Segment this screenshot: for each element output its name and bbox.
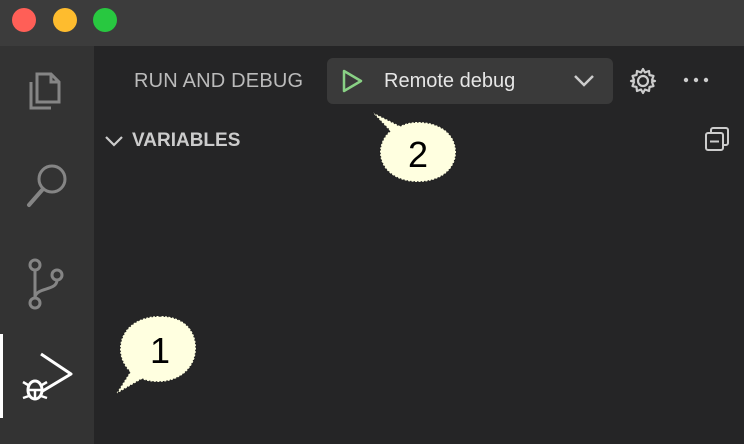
activity-explorer[interactable] — [0, 46, 94, 130]
close-window-button[interactable] — [12, 8, 36, 32]
callout-2: 2 — [370, 110, 460, 186]
title-bar — [0, 0, 744, 46]
files-icon — [29, 72, 61, 110]
play-icon[interactable] — [341, 69, 363, 93]
search-icon — [27, 164, 67, 207]
chevron-down-icon — [574, 75, 594, 87]
chevron-down-icon — [105, 136, 123, 147]
activity-search[interactable] — [0, 143, 94, 227]
launch-configuration-dropdown[interactable]: Remote debug — [327, 58, 613, 104]
section-title: VARIABLES — [132, 130, 241, 151]
activity-source-control[interactable] — [0, 243, 94, 327]
view-title: RUN AND DEBUG — [134, 70, 304, 92]
callout-1: 1 — [112, 312, 202, 398]
run-debug-icon — [21, 352, 72, 401]
launch-configuration-label: Remote debug — [384, 70, 516, 92]
maximize-window-button[interactable] — [93, 8, 117, 32]
more-actions-icon[interactable] — [682, 68, 710, 92]
collapse-all-icon[interactable] — [704, 126, 730, 152]
callout-number: 1 — [149, 330, 171, 371]
source-control-icon — [28, 258, 64, 310]
activity-run-and-debug[interactable] — [0, 334, 94, 418]
variables-section-header[interactable]: VARIABLES — [104, 126, 240, 156]
gear-icon[interactable] — [628, 66, 658, 96]
activity-bar — [0, 46, 94, 444]
minimize-window-button[interactable] — [53, 8, 77, 32]
callout-number: 2 — [407, 134, 429, 175]
